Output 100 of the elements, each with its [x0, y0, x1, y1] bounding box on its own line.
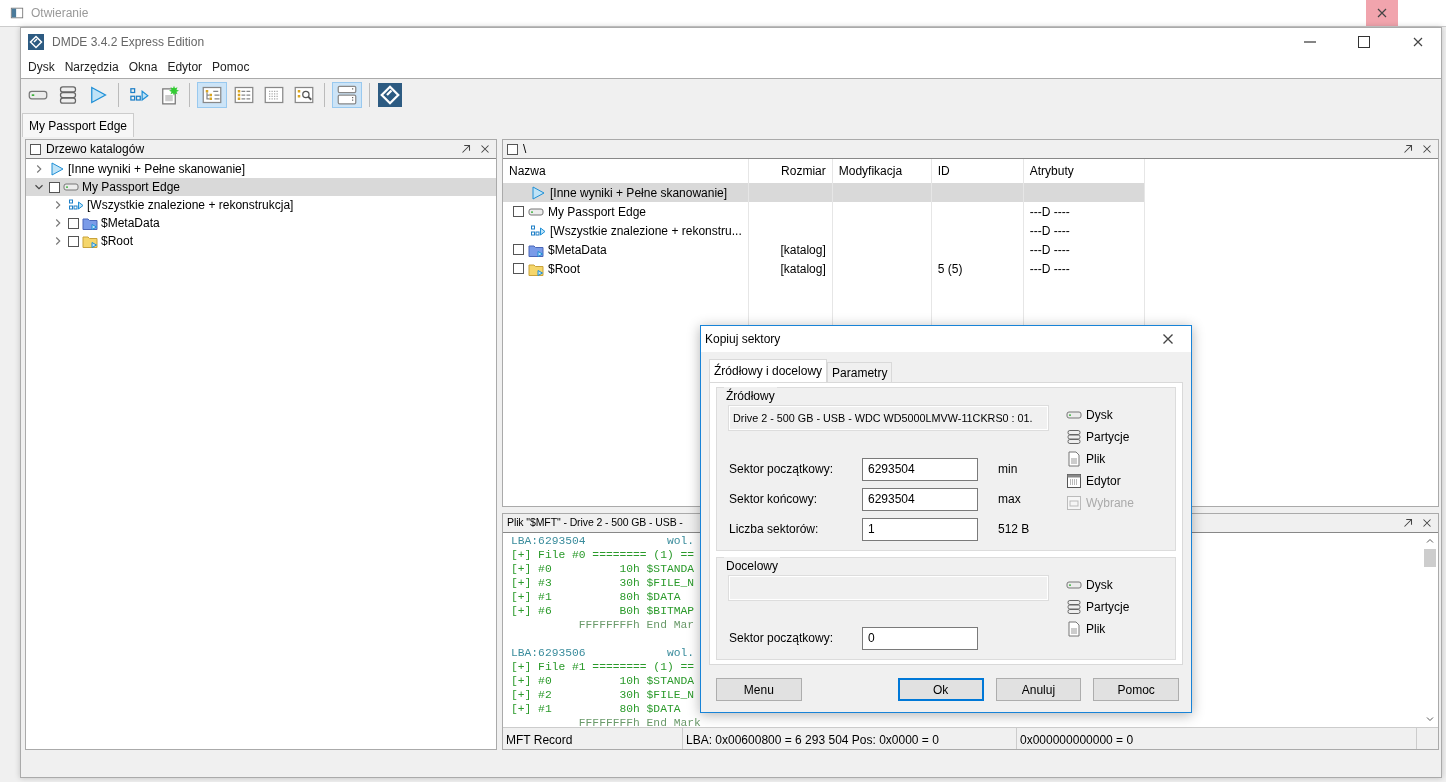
input-field[interactable]: 6293504: [862, 487, 978, 511]
table-row[interactable]: [Inne wyniki + Pełne skanowanie]: [503, 183, 1145, 202]
checkbox[interactable]: [68, 235, 79, 247]
unit-label: 512 B: [997, 521, 1030, 538]
menu-item[interactable]: Edytor: [162, 58, 208, 76]
table-cell: ---D ----: [1029, 204, 1070, 219]
minimize-icon: [1304, 41, 1316, 43]
option-button[interactable]: Dysk: [1066, 406, 1134, 424]
tab[interactable]: Źródłowy i docelowy: [709, 359, 828, 382]
tree-label: [Inne wyniki + Pełne skanowanie]: [68, 161, 246, 178]
field-label: Sektor początkowy:: [729, 461, 835, 478]
field-label: Sektor końcowy:: [729, 491, 819, 508]
code-line: [+] #0 10h $STANDA: [511, 674, 695, 688]
code-line: [+] #2 30h $FILE_N: [511, 688, 695, 702]
code-line: [+] File #1 ======== (1) ==: [511, 660, 695, 674]
input-field[interactable]: 1: [862, 517, 978, 541]
checkbox[interactable]: [507, 143, 518, 155]
app-logo-icon: [378, 83, 402, 107]
option-button[interactable]: Edytor: [1066, 472, 1134, 490]
dialog-button[interactable]: Pomoc: [1093, 678, 1179, 701]
table-cell: ---D ----: [1029, 223, 1070, 238]
status-text: LBA: 0x00600800 = 6 293 504 Pos: 0x0000 = 0: [683, 728, 1017, 749]
table-cell: ---D ----: [1029, 242, 1070, 257]
menu-item[interactable]: Okna: [123, 58, 163, 76]
table-row[interactable]: [Wszystkie znalezione + rekonstru... ---D ----: [503, 221, 1145, 240]
tree-view-button[interactable]: [197, 82, 227, 108]
group-label: Źródłowy: [724, 387, 777, 405]
panel-title: Drzewo katalogów: [46, 141, 146, 158]
blocks-arrow-icon: [68, 197, 84, 213]
blocks-arrow-icon: [530, 222, 546, 239]
option-button[interactable]: Partycje: [1066, 598, 1130, 616]
status-text: MFT Record: [503, 728, 683, 749]
play-icon: [530, 184, 546, 201]
tree-item[interactable]: $MetaData: [26, 214, 496, 232]
checkbox[interactable]: [513, 263, 524, 274]
group-label: Docelowy: [724, 557, 781, 575]
file-name: My Passport Edge: [548, 203, 647, 221]
window-title: Otwieranie: [31, 5, 89, 22]
list-view-icon: [234, 85, 254, 105]
grid-window-icon: [1066, 473, 1082, 489]
table-cell: [katalog]: [780, 261, 826, 276]
checkbox[interactable]: [68, 217, 79, 229]
menu-item[interactable]: Narzędzia: [59, 58, 124, 76]
field-label: Liczba sektorów:: [729, 521, 820, 538]
panels-button[interactable]: [332, 82, 362, 108]
stacked-bars-icon: [58, 85, 78, 105]
file-name: [Inne wyniki + Pełne skanowanie]: [550, 184, 728, 202]
new-page-icon: [159, 85, 179, 105]
folder-icon: [82, 215, 98, 231]
tree-label: [Wszystkie znalezione + rekonstrukcja]: [87, 197, 294, 214]
table-cell: 5 (5): [937, 261, 963, 276]
document-tab[interactable]: My Passport Edge: [22, 113, 135, 137]
table-cell: [katalog]: [780, 242, 826, 257]
tree-label: My Passport Edge: [82, 179, 181, 196]
file-icon: [1066, 451, 1082, 467]
tree-item[interactable]: [Wszystkie znalezione + rekonstrukcja]: [26, 196, 496, 214]
menu-item[interactable]: Dysk: [23, 58, 60, 76]
dialog-button[interactable]: Anuluj: [995, 678, 1082, 701]
tree-item[interactable]: My Passport Edge: [26, 178, 496, 196]
input-field[interactable]: 0: [862, 626, 978, 650]
checkbox[interactable]: [30, 143, 41, 155]
table-row[interactable]: $MetaData [katalog] ---D ----: [503, 240, 1145, 259]
tab[interactable]: Parametry: [827, 362, 893, 382]
dialog-button[interactable]: Menu: [716, 678, 802, 701]
table-cell: ---D ----: [1029, 261, 1070, 276]
window-icon: [1066, 495, 1082, 511]
play-icon: [88, 85, 108, 105]
tree-item[interactable]: [Inne wyniki + Pełne skanowanie]: [26, 160, 496, 178]
field-label: Sektor początkowy:: [729, 630, 835, 647]
file-icon: [1066, 621, 1082, 637]
unit-label: max: [997, 491, 1021, 508]
grid-view-icon: [264, 85, 284, 105]
menu-item[interactable]: Pomoc: [207, 58, 255, 76]
code-line: [+] #0 10h $STANDA: [511, 562, 695, 576]
device-field[interactable]: Drive 2 - 500 GB - USB - WDC WD5000LMVW-11CKRS0 : 01.: [729, 406, 1048, 430]
app-logo-button[interactable]: [377, 82, 403, 108]
checkbox[interactable]: [49, 181, 60, 193]
code-line: FFFFFFFFh End Mar: [577, 618, 695, 632]
option-button[interactable]: Dysk: [1066, 576, 1130, 594]
maximize-icon: [1356, 34, 1372, 50]
checkbox[interactable]: [513, 244, 524, 255]
code-line: [+] #1 80h $DATA: [511, 702, 681, 716]
table-row[interactable]: My Passport Edge ---D ----: [503, 202, 1145, 221]
status-text: 0x000000000000 = 0: [1017, 728, 1417, 749]
table-row[interactable]: $Root [katalog] 5 (5) ---D ----: [503, 259, 1145, 278]
scrollbar-thumb[interactable]: [1424, 549, 1436, 567]
code-line: LBA:6293504 wol.: [511, 534, 695, 548]
checkbox[interactable]: [513, 206, 524, 217]
option-button[interactable]: Plik: [1066, 620, 1130, 638]
code-line: LBA:6293506 wol.: [511, 646, 695, 660]
option-button[interactable]: Plik: [1066, 450, 1134, 468]
tree-view-icon: [202, 85, 222, 105]
input-field[interactable]: 6293504: [862, 457, 978, 481]
device-field[interactable]: [729, 576, 1048, 600]
dialog-button[interactable]: Ok: [897, 678, 984, 701]
code-line: [+] #6 B0h $BITMAP: [511, 604, 695, 618]
tree-item[interactable]: $Root: [26, 232, 496, 250]
file-name: $Root: [548, 260, 581, 278]
option-button[interactable]: Partycje: [1066, 428, 1134, 446]
panels-icon: [337, 85, 357, 105]
